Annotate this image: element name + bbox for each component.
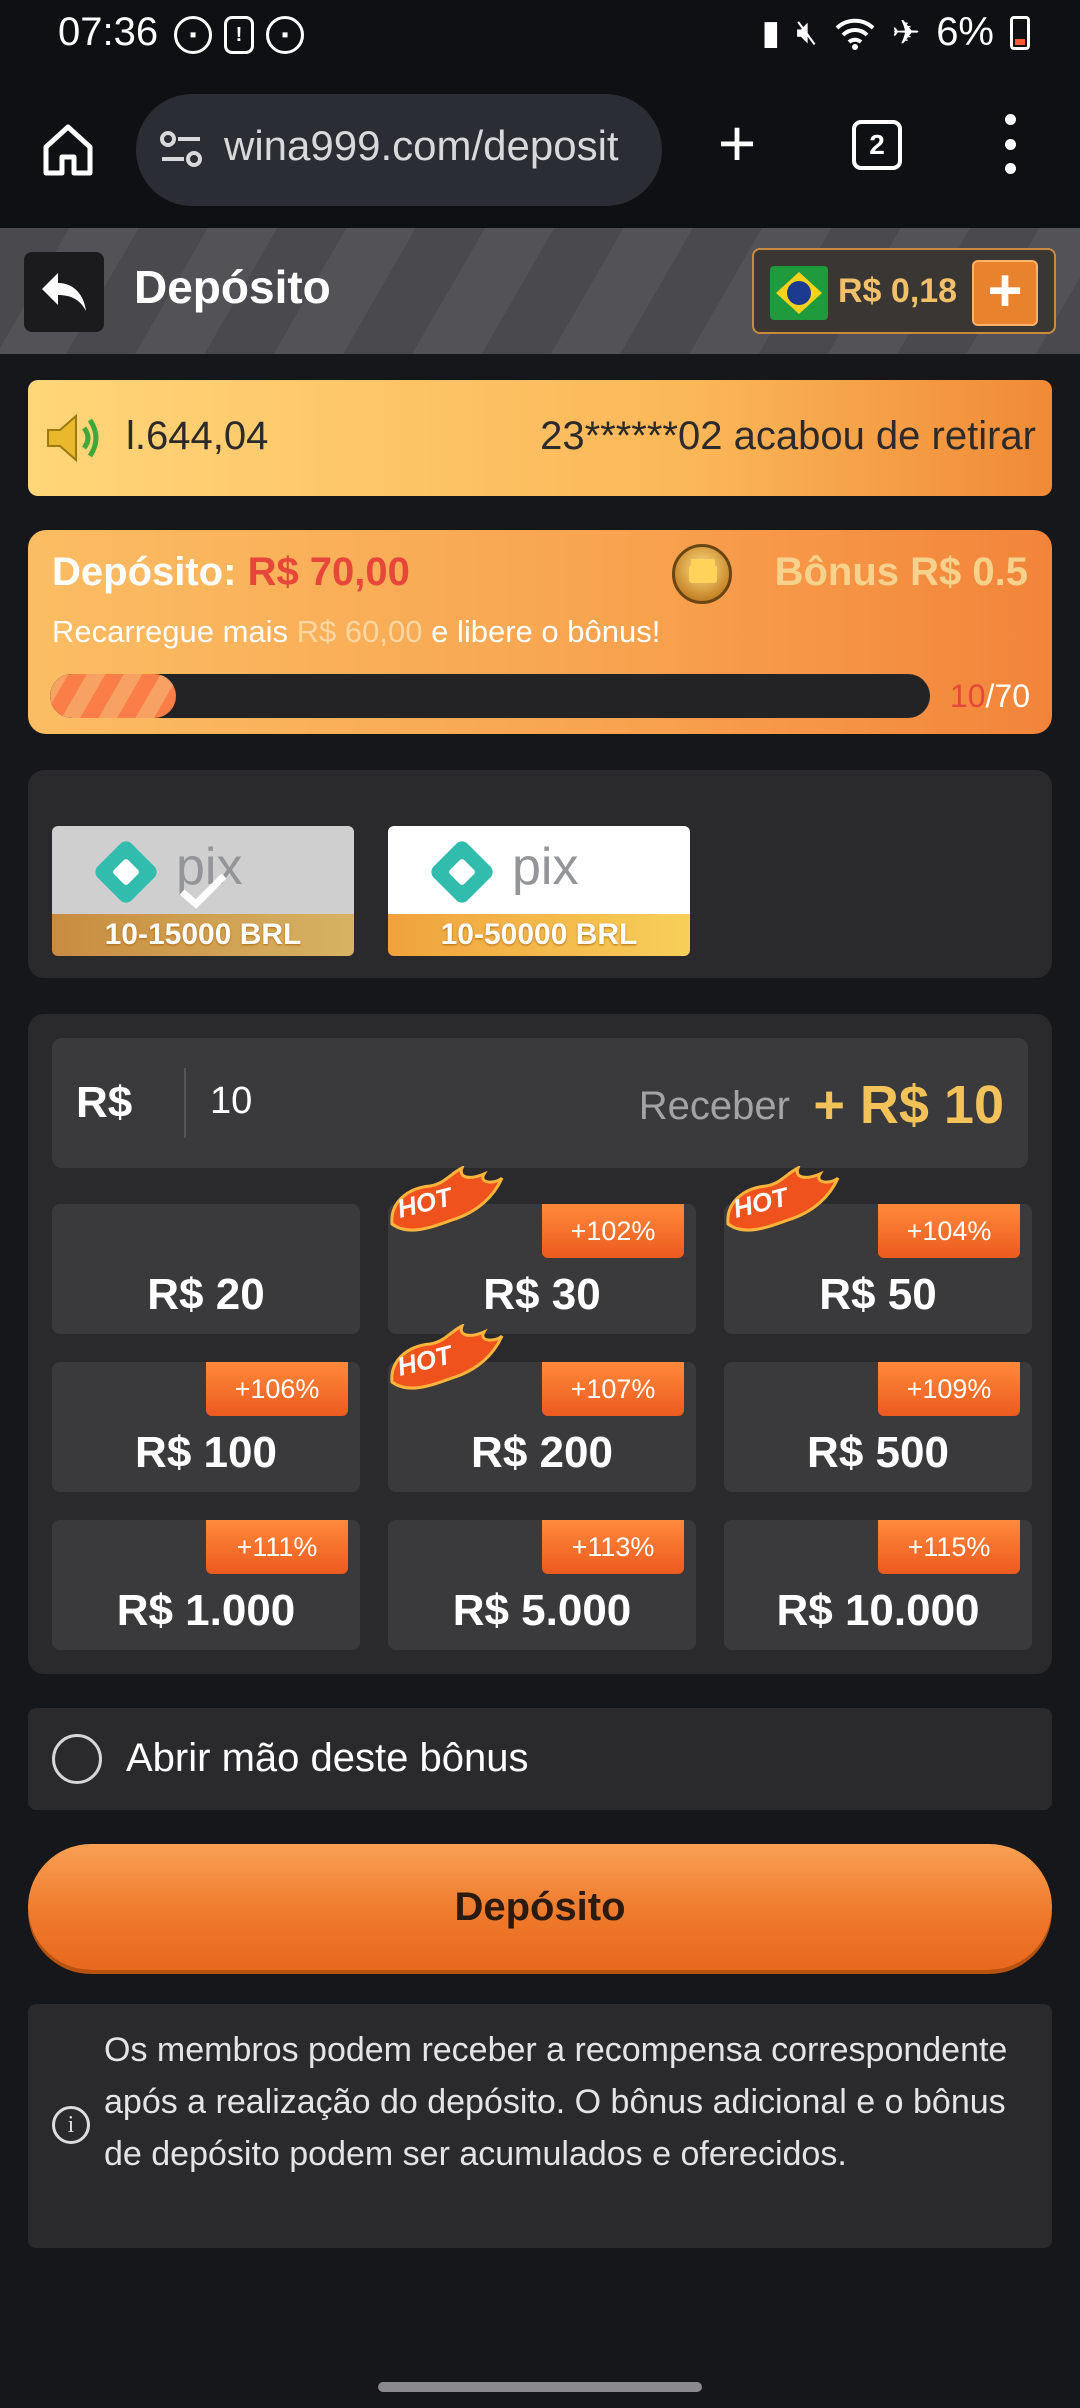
amount-option-button[interactable]: R$ 20 bbox=[52, 1204, 360, 1334]
receive-value: + R$ 10 bbox=[813, 1075, 1004, 1135]
forfeit-bonus-radio[interactable] bbox=[52, 1734, 102, 1784]
home-indicator[interactable] bbox=[378, 2382, 702, 2392]
balance-box: R$ 0,18 + bbox=[752, 248, 1056, 334]
bonus-progress-fill bbox=[50, 674, 176, 718]
speaker-icon bbox=[47, 413, 99, 463]
address-bar[interactable]: wina999.com/deposit bbox=[136, 94, 662, 206]
battery-percent: 6% bbox=[936, 10, 994, 54]
status-left-icons: ▪ ! ▪ bbox=[174, 16, 304, 54]
check-icon bbox=[179, 873, 227, 909]
marquee-amount: l.644,04 bbox=[126, 414, 269, 458]
notification-icon: ▪ bbox=[174, 16, 212, 54]
amount-option-label: R$ 30 bbox=[483, 1270, 601, 1319]
hot-flame-icon: HOT bbox=[390, 1166, 504, 1232]
status-bar: 07:36 ▪ ! ▪ ▮ 🔇︎ ✈ 6% bbox=[0, 0, 1080, 74]
bonus-desc-prefix: Recarregue mais bbox=[52, 614, 289, 649]
amount-option-label: R$ 50 bbox=[819, 1270, 937, 1319]
payment-option-pix-1[interactable]: pix 10-15000 BRL bbox=[52, 826, 354, 956]
back-arrow-icon bbox=[42, 273, 86, 311]
bonus-percent-badge: +102% bbox=[542, 1204, 684, 1258]
amount-input[interactable] bbox=[210, 1080, 510, 1123]
pix-wordmark: pix bbox=[512, 838, 578, 896]
currency-label: R$ bbox=[76, 1078, 133, 1127]
deposit-total-value: R$ 70,00 bbox=[247, 550, 410, 594]
battery-saver-icon: ▮ bbox=[761, 13, 781, 52]
bonus-desc-amount: R$ 60,00 bbox=[296, 614, 423, 649]
payment-method-panel: pix 10-15000 BRL pix 10-50000 BRL bbox=[28, 770, 1052, 978]
browser-toolbar: wina999.com/deposit + 2 bbox=[0, 74, 1080, 228]
pix-logo-icon: pix bbox=[431, 838, 578, 903]
brazil-flag-icon bbox=[770, 266, 828, 320]
info-box: i Os membros podem receber a recompensa … bbox=[28, 2004, 1052, 2248]
bonus-percent-badge: +107% bbox=[542, 1362, 684, 1416]
new-tab-button[interactable]: + bbox=[708, 110, 766, 176]
bonus-percent-badge: +111% bbox=[206, 1520, 348, 1574]
amount-option-label: R$ 10.000 bbox=[776, 1586, 980, 1635]
amount-option-label: R$ 200 bbox=[471, 1428, 613, 1477]
airplane-icon: ✈ bbox=[891, 13, 921, 52]
hot-flame-icon: HOT bbox=[390, 1324, 504, 1390]
amount-option-button[interactable]: +111% R$ 1.000 bbox=[52, 1520, 360, 1650]
amount-option-button[interactable]: +106% R$ 100 bbox=[52, 1362, 360, 1492]
amount-option-button[interactable]: +115% R$ 10.000 bbox=[724, 1520, 1032, 1650]
bonus-amount: Bônus R$ 0.5 bbox=[774, 550, 1028, 594]
alert-icon: ! bbox=[224, 16, 254, 54]
payment-option-pix-2[interactable]: pix 10-50000 BRL bbox=[388, 826, 690, 956]
amount-option-button[interactable]: +113% R$ 5.000 bbox=[388, 1520, 696, 1650]
amount-option-label: R$ 1.000 bbox=[116, 1586, 296, 1635]
amount-panel: R$ Receber + R$ 10 R$ 20 +102% R$ 30 HOT +10… bbox=[28, 1014, 1052, 1674]
bonus-desc-suffix: e libere o bônus! bbox=[431, 614, 661, 649]
back-button[interactable] bbox=[24, 252, 104, 332]
tab-switcher-button[interactable]: 2 bbox=[852, 120, 902, 170]
bonus-description: Recarregue mais R$ 60,00 e libere o bônu… bbox=[52, 614, 660, 650]
hot-flame-icon: HOT bbox=[726, 1166, 840, 1232]
divider bbox=[184, 1068, 186, 1138]
mute-icon: 🔇︎ bbox=[796, 13, 818, 51]
forfeit-bonus-option[interactable]: Abrir mão deste bônus bbox=[28, 1708, 1052, 1810]
progress-current: 10 bbox=[949, 678, 986, 714]
home-icon[interactable] bbox=[38, 119, 98, 179]
payment-range: 10-15000 BRL bbox=[52, 914, 354, 956]
bonus-percent-badge: +106% bbox=[206, 1362, 348, 1416]
bonus-progress-bar bbox=[50, 674, 930, 718]
forfeit-bonus-label: Abrir mão deste bônus bbox=[126, 1736, 529, 1780]
balance-amount: R$ 0,18 bbox=[838, 272, 958, 310]
bonus-percent-badge: +109% bbox=[878, 1362, 1020, 1416]
amount-input-box[interactable]: R$ Receber + R$ 10 bbox=[52, 1038, 1028, 1168]
add-balance-button[interactable]: + bbox=[972, 260, 1038, 326]
bonus-progress-card: Depósito: R$ 70,00 Bônus R$ 0.5 Recarreg… bbox=[28, 530, 1052, 734]
app-header: Depósito R$ 0,18 + bbox=[0, 228, 1080, 354]
browser-menu-button[interactable] bbox=[990, 114, 1030, 174]
amount-option-label: R$ 20 bbox=[147, 1270, 265, 1319]
bonus-progress-text: 10/70 bbox=[950, 678, 1030, 715]
amount-option-label: R$ 500 bbox=[807, 1428, 949, 1477]
deposit-total-label: Depósito: bbox=[52, 550, 237, 594]
wifi-icon bbox=[835, 18, 875, 50]
deposit-button[interactable]: Depósito bbox=[28, 1844, 1052, 1970]
notification-icon: ▪ bbox=[266, 16, 304, 54]
marquee-message: 23******02 acabou de retirar bbox=[540, 414, 1036, 458]
progress-total: /70 bbox=[985, 678, 1030, 714]
coin-chest-icon bbox=[672, 544, 732, 604]
url-text[interactable]: wina999.com/deposit bbox=[224, 122, 619, 170]
status-right-icons: ▮ 🔇︎ ✈ 6% bbox=[762, 10, 1030, 55]
amount-option-button[interactable]: +109% R$ 500 bbox=[724, 1362, 1032, 1492]
receive-label: Receber bbox=[638, 1084, 790, 1128]
status-time: 07:36 bbox=[58, 10, 159, 54]
payment-range: 10-50000 BRL bbox=[388, 914, 690, 956]
site-settings-icon[interactable] bbox=[158, 126, 204, 172]
page-title: Depósito bbox=[134, 261, 331, 313]
amount-option-label: R$ 100 bbox=[135, 1428, 277, 1477]
battery-icon bbox=[1010, 15, 1030, 50]
withdrawal-marquee: l.644,04 23******02 acabou de retirar bbox=[28, 380, 1052, 496]
bonus-percent-badge: +115% bbox=[878, 1520, 1020, 1574]
amount-option-label: R$ 5.000 bbox=[452, 1586, 632, 1635]
bonus-percent-badge: +113% bbox=[542, 1520, 684, 1574]
bonus-percent-badge: +104% bbox=[878, 1204, 1020, 1258]
deposit-total: Depósito: R$ 70,00 bbox=[52, 550, 410, 595]
info-text: Os membros podem receber a recompensa co… bbox=[104, 2031, 1008, 2173]
info-icon: i bbox=[52, 2106, 90, 2144]
